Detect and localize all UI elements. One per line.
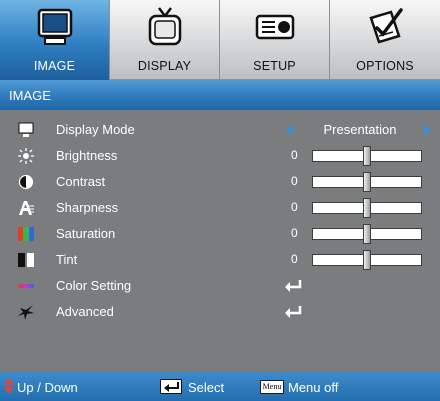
tab-display-label: DISPLAY (137, 59, 192, 73)
osd-menu: IMAGE DISPLAY SETUP OPTIONS IMAGE Displa… (0, 0, 440, 401)
display-mode-label: Display Mode (56, 122, 135, 137)
sharpness-slider-thumb[interactable] (363, 198, 371, 218)
color-line-icon (18, 284, 34, 288)
check-pad-icon (369, 8, 403, 44)
monitor-small-icon (18, 122, 34, 137)
tint-bars-icon (18, 253, 34, 267)
half-circle-icon (18, 174, 34, 190)
row-tint[interactable]: Tint 0 (0, 247, 440, 273)
tab-setup[interactable]: SETUP (220, 0, 330, 80)
brightness-label: Brightness (56, 148, 118, 163)
display-mode-value: Presentation (323, 122, 397, 137)
tint-slider-thumb[interactable] (363, 250, 371, 270)
arrow-left-icon[interactable] (286, 124, 293, 136)
tab-setup-label: SETUP (253, 59, 296, 73)
saturation-label: Saturation (56, 226, 116, 241)
row-color-setting[interactable]: Color Setting (0, 273, 440, 299)
sharpness-label: Sharpness (56, 200, 119, 215)
brightness-value: 0 (291, 148, 298, 162)
brightness-slider[interactable] (312, 146, 422, 166)
tab-options-label: OPTIONS (356, 59, 414, 73)
saturation-value: 0 (291, 226, 298, 240)
star-icon (18, 305, 34, 320)
contrast-slider[interactable] (312, 172, 422, 192)
brightness-slider-thumb[interactable] (363, 146, 371, 166)
monitor-icon (37, 8, 73, 45)
arrow-right-icon[interactable] (424, 124, 431, 136)
advanced-label: Advanced (56, 304, 114, 319)
section-title: IMAGE (9, 88, 51, 103)
tint-slider[interactable] (312, 250, 422, 270)
tab-options[interactable]: OPTIONS (330, 0, 440, 80)
hint-updown: Up / Down (0, 372, 140, 401)
sharpness-value: 0 (291, 200, 298, 214)
sun-icon (18, 148, 34, 164)
hint-select-text: Select (188, 380, 225, 395)
row-contrast[interactable]: Contrast 0 (0, 169, 440, 195)
tint-value: 0 (291, 252, 298, 266)
hint-menu-off-text: Menu off (288, 380, 339, 395)
hint-select: Select (140, 372, 250, 401)
row-sharpness[interactable]: Sharpness 0 (0, 195, 440, 221)
row-advanced[interactable]: Advanced (0, 299, 440, 325)
enter-icon[interactable] (284, 279, 302, 293)
hint-menu-off: Menu Menu off (250, 372, 440, 401)
tv-icon (148, 7, 182, 46)
hint-updown-text: Up / Down (17, 380, 78, 395)
color-bars-icon (18, 227, 34, 241)
row-brightness[interactable]: Brightness 0 (0, 143, 440, 169)
enter-icon[interactable] (284, 305, 302, 319)
footer-hints: Up / Down Select Menu Menu off (0, 372, 440, 401)
color-setting-label: Color Setting (56, 278, 132, 293)
menu-key-icon: Menu (260, 380, 284, 394)
saturation-slider-thumb[interactable] (363, 224, 371, 244)
tab-image-label: IMAGE (33, 59, 76, 73)
section-header: IMAGE (0, 80, 440, 110)
sharpness-a-icon (19, 201, 34, 215)
updown-arrow-icon (4, 378, 14, 394)
tint-label: Tint (56, 252, 78, 267)
contrast-label: Contrast (56, 174, 106, 189)
contrast-slider-thumb[interactable] (363, 172, 371, 192)
projector-icon (255, 14, 295, 40)
tab-display[interactable]: DISPLAY (110, 0, 220, 80)
sharpness-slider[interactable] (312, 198, 422, 218)
saturation-slider[interactable] (312, 224, 422, 244)
row-display-mode[interactable]: Display Mode Presentation (0, 117, 440, 143)
tab-image[interactable]: IMAGE (0, 0, 110, 80)
tab-bar: IMAGE DISPLAY SETUP OPTIONS (0, 0, 440, 80)
contrast-value: 0 (291, 174, 298, 188)
enter-key-icon (160, 379, 182, 394)
menu-content: Display Mode Presentation Brightness 0 C… (0, 110, 440, 372)
row-saturation[interactable]: Saturation 0 (0, 221, 440, 247)
